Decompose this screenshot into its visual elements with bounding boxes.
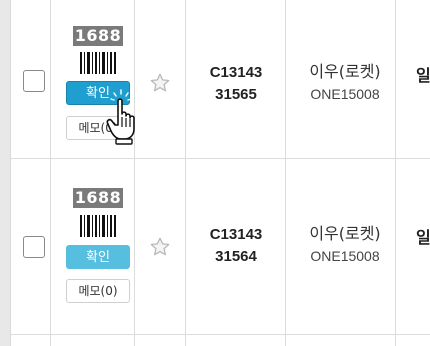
memo-button[interactable]: 메모(0) (66, 279, 130, 303)
order-table: 1688 확인 메모(0) C13143 31565 이우(로켓) ONE150… (11, 0, 430, 346)
barcode-icon (80, 52, 116, 74)
1688-logo: 1688 (73, 188, 123, 208)
left-scroll-gutter (0, 0, 11, 346)
order-id-line1: C13143 (209, 226, 263, 243)
table-row (11, 335, 430, 346)
table-row: 1688 확인 메모(0) C13143 31565 이우(로켓) ONE150… (11, 0, 430, 159)
confirm-button[interactable]: 확인 (66, 245, 130, 269)
order-id-line1: C13143 (209, 64, 263, 81)
seller-info: 이우(로켓) ONE15008 (290, 223, 400, 267)
row-select-checkbox[interactable] (23, 70, 45, 92)
table-row: 1688 확인 메모(0) C13143 31564 이우(로켓) ONE150… (11, 159, 430, 335)
order-id-line2: 31564 (215, 248, 257, 265)
seller-code: ONE15008 (310, 248, 380, 264)
row-select-checkbox[interactable] (23, 236, 45, 258)
order-id: C13143 31565 (201, 62, 271, 106)
order-list-page: 1688 확인 메모(0) C13143 31565 이우(로켓) ONE150… (0, 0, 430, 346)
barcode-icon (80, 215, 116, 237)
seller-code: ONE15008 (310, 86, 380, 102)
1688-logo: 1688 (73, 26, 123, 46)
seller-name: 이우(로켓) (309, 62, 381, 81)
order-id-line2: 31565 (215, 86, 257, 103)
truncated-column-text: 일 (416, 66, 430, 85)
confirm-button[interactable]: 확인 (66, 81, 130, 105)
seller-info: 이우(로켓) ONE15008 (290, 61, 400, 105)
star-outline-icon[interactable] (149, 236, 171, 258)
order-id: C13143 31564 (201, 224, 271, 268)
seller-name: 이우(로켓) (309, 224, 381, 243)
star-outline-icon[interactable] (149, 72, 171, 94)
truncated-column-text: 일 (416, 228, 430, 247)
memo-button[interactable]: 메모(0) (66, 116, 130, 140)
